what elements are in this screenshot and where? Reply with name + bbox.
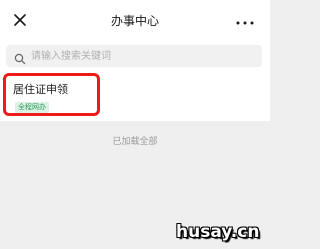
service-list: 居住证申领 全程网办: [0, 74, 270, 121]
search-box[interactable]: [6, 45, 262, 67]
load-status-text: 已加载全部: [112, 137, 158, 147]
list-item[interactable]: 居住证申领 全程网办: [0, 74, 270, 121]
status-badge: 全程网办: [15, 102, 49, 113]
top-nav-bar: 办事中心: [0, 0, 270, 40]
list-item-title: 居住证申领: [13, 83, 68, 96]
page-title: 办事中心: [110, 14, 159, 28]
search-input[interactable]: [31, 45, 257, 67]
watermark-text: husay.cn: [176, 222, 260, 242]
search-bar: [0, 40, 270, 74]
more-icon[interactable]: [234, 14, 256, 26]
search-icon: [14, 50, 26, 65]
